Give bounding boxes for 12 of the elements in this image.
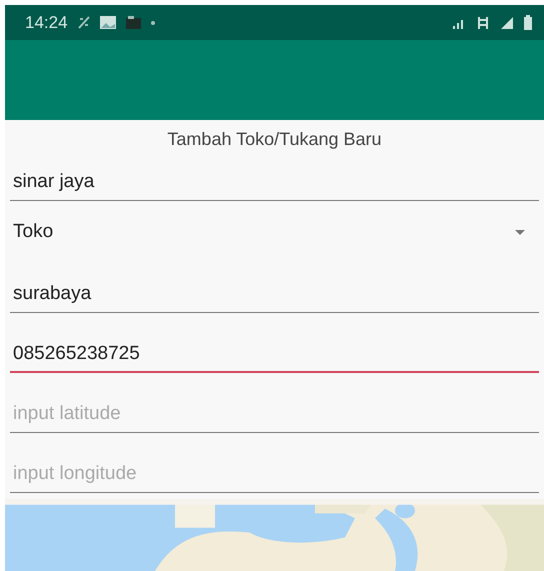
type-dropdown[interactable]: Toko [10, 201, 539, 263]
input-field[interactable]: input latitude [10, 373, 539, 433]
image-icon [100, 16, 116, 29]
status-time: 14:24 [25, 12, 68, 32]
form-title: Tambah Toko/Tukang Baru [166, 128, 383, 151]
input-field[interactable]: sinar jaya [10, 154, 539, 201]
input-field[interactable]: 085265238725 [10, 313, 539, 373]
dot-icon [150, 20, 155, 24]
battery-icon [524, 15, 532, 30]
dropdown-caret-icon [515, 230, 525, 234]
input-field[interactable]: surabaya [10, 263, 539, 313]
input-field[interactable]: input longitude [10, 433, 539, 493]
